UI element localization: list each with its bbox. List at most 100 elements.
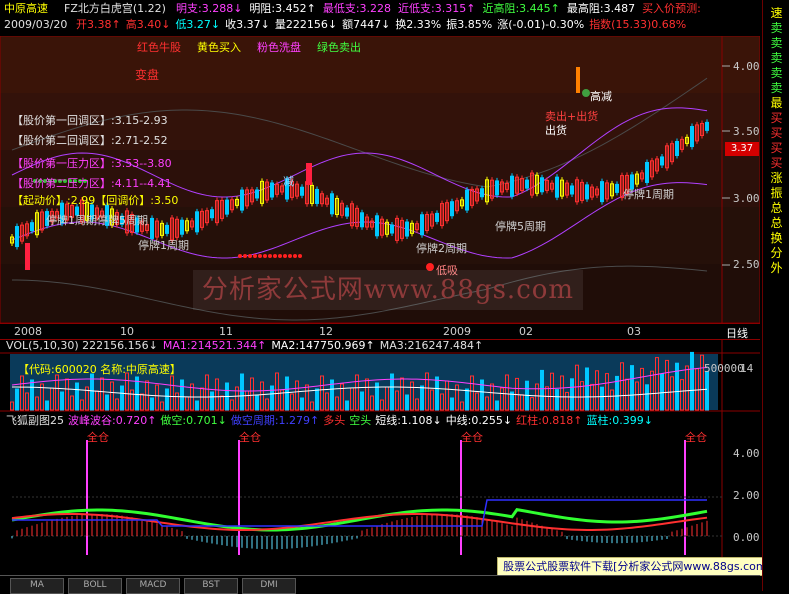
- current-price-value: 3.37: [730, 143, 754, 154]
- side-function-item[interactable]: 买: [763, 156, 789, 171]
- side-function-item[interactable]: 卖: [763, 21, 789, 36]
- candle-body: [225, 199, 229, 215]
- volume-stat: MA1:214521.344↑: [162, 339, 267, 352]
- candle-body: [675, 141, 679, 157]
- volume-bar: [675, 362, 679, 411]
- candle-body: [360, 212, 364, 228]
- volume-bar: [15, 388, 19, 411]
- volume-bar: [120, 385, 124, 411]
- volume-tick: 14: [740, 362, 754, 375]
- chuhuo-label: 出货: [545, 124, 567, 137]
- indicator-stat: 短线:1.108↓: [375, 414, 442, 427]
- side-function-item[interactable]: 总: [763, 201, 789, 216]
- indicator-stat: 波峰波谷:0.720↑: [68, 414, 157, 427]
- side-function-item[interactable]: 卖: [763, 81, 789, 96]
- candle-body: [570, 185, 574, 195]
- indicator-panel-bg: [0, 411, 760, 574]
- side-function-item[interactable]: 振: [763, 186, 789, 201]
- quote-stat: 换2.33%: [395, 18, 442, 31]
- quancang-label: 全仓: [685, 431, 707, 444]
- side-function-item[interactable]: 总: [763, 216, 789, 231]
- quote-stat: 额7447↓: [342, 18, 391, 31]
- indicator-stat: 中线:0.255↓: [445, 414, 513, 427]
- volume-bar: [660, 373, 664, 411]
- candle-body: [525, 179, 529, 189]
- volume-bar: [630, 365, 634, 411]
- indicator-tick: 4.00: [733, 447, 760, 460]
- tab-dmi[interactable]: DMI: [242, 578, 296, 594]
- volume-bar: [345, 400, 349, 411]
- side-function-item[interactable]: 买: [763, 111, 789, 126]
- candle-body: [165, 224, 169, 234]
- indicator-stat: 飞狐副图25: [6, 414, 64, 427]
- candle-body: [555, 176, 559, 198]
- volume-bar: [705, 371, 709, 411]
- header-stat: 买入价预测:: [642, 2, 701, 15]
- header-stat: 明阻:3.452↑: [249, 2, 316, 15]
- zone-label: 【股价第二回调区】:2.71-2.52: [12, 134, 168, 147]
- candle-body: [30, 222, 34, 232]
- quote-stat: 涨(-0.01)-0.30%: [497, 18, 585, 31]
- price-tick: 3.50: [733, 125, 760, 138]
- quancang-label: 全仓: [87, 431, 109, 444]
- indicator-stat: 做空:0.701↓: [160, 414, 227, 427]
- volume-bar: [405, 394, 409, 411]
- side-function-item[interactable]: 买: [763, 126, 789, 141]
- signal-dot: [288, 254, 292, 258]
- quote-stat: 收3.37↓: [225, 18, 270, 31]
- indicator-tabs: MA BOLL MACD BST DMI: [0, 575, 760, 594]
- tingpan-label: 停牌1周期: [138, 239, 189, 252]
- indicator-stat: 空头: [349, 414, 372, 427]
- ad-banner[interactable]: 股票公式股票软件下载[分析家公式网www.88gs.com]: [497, 557, 777, 576]
- date-tick: 02: [519, 325, 533, 338]
- jian-label: 减: [283, 175, 294, 188]
- price-tick: 2.50: [733, 258, 760, 271]
- side-function-item[interactable]: 换: [763, 231, 789, 246]
- candle-body: [600, 181, 604, 203]
- header-stat: 近高阻:3.445↑: [482, 2, 560, 15]
- tab-boll[interactable]: BOLL: [68, 578, 122, 594]
- date-tick: 2009: [443, 325, 471, 338]
- volume-bar: [465, 388, 469, 411]
- side-function-panel: 速卖卖卖卖卖最买买买买涨振总总换分外: [762, 0, 789, 591]
- side-function-item[interactable]: 分: [763, 246, 789, 261]
- volume-bar: [45, 400, 49, 411]
- volume-bar: [255, 394, 259, 411]
- side-function-item[interactable]: 卖: [763, 51, 789, 66]
- tab-bst[interactable]: BST: [184, 578, 238, 594]
- side-function-item[interactable]: 卖: [763, 66, 789, 81]
- side-function-item[interactable]: 最: [763, 96, 789, 111]
- side-function-item[interactable]: 外: [763, 261, 789, 276]
- candle-body: [390, 224, 394, 234]
- quote-stat: 高3.40↓: [125, 18, 171, 31]
- volume-bar: [150, 397, 154, 411]
- bianpan-label: 变盘: [135, 68, 160, 82]
- volume-bar: [600, 386, 604, 411]
- indicator-stat: 做空周期:1.279↑: [230, 414, 320, 427]
- volume-bar: [195, 400, 199, 411]
- header-stat: 最低支:3.228: [322, 2, 392, 15]
- volume-bar: [555, 389, 559, 411]
- side-function-item[interactable]: 速: [763, 6, 789, 21]
- candle-body: [240, 189, 244, 211]
- signal-dot: [293, 254, 297, 258]
- volume-bar: [495, 400, 499, 411]
- volume-bar: [105, 394, 109, 411]
- tab-macd[interactable]: MACD: [126, 578, 180, 594]
- candle-body: [615, 183, 619, 193]
- side-function-item[interactable]: 涨: [763, 171, 789, 186]
- quancang-label: 全仓: [239, 431, 261, 444]
- signal-dot: [248, 254, 252, 258]
- signal-dot: [283, 254, 287, 258]
- side-function-item[interactable]: 买: [763, 141, 789, 156]
- tab-ma[interactable]: MA: [10, 578, 64, 594]
- quote-stat: 量222156↓: [274, 18, 338, 31]
- period-selector[interactable]: 日线: [726, 325, 748, 341]
- quote-stat: 指数(15.33)0.68%: [589, 18, 687, 31]
- legend-item: 红色牛股: [137, 41, 181, 54]
- candle-body: [330, 193, 334, 215]
- date-tick: 03: [627, 325, 641, 338]
- candle-body: [450, 201, 454, 217]
- side-function-item[interactable]: 卖: [763, 36, 789, 51]
- volume-stat: MA2:147750.969↑: [271, 339, 375, 352]
